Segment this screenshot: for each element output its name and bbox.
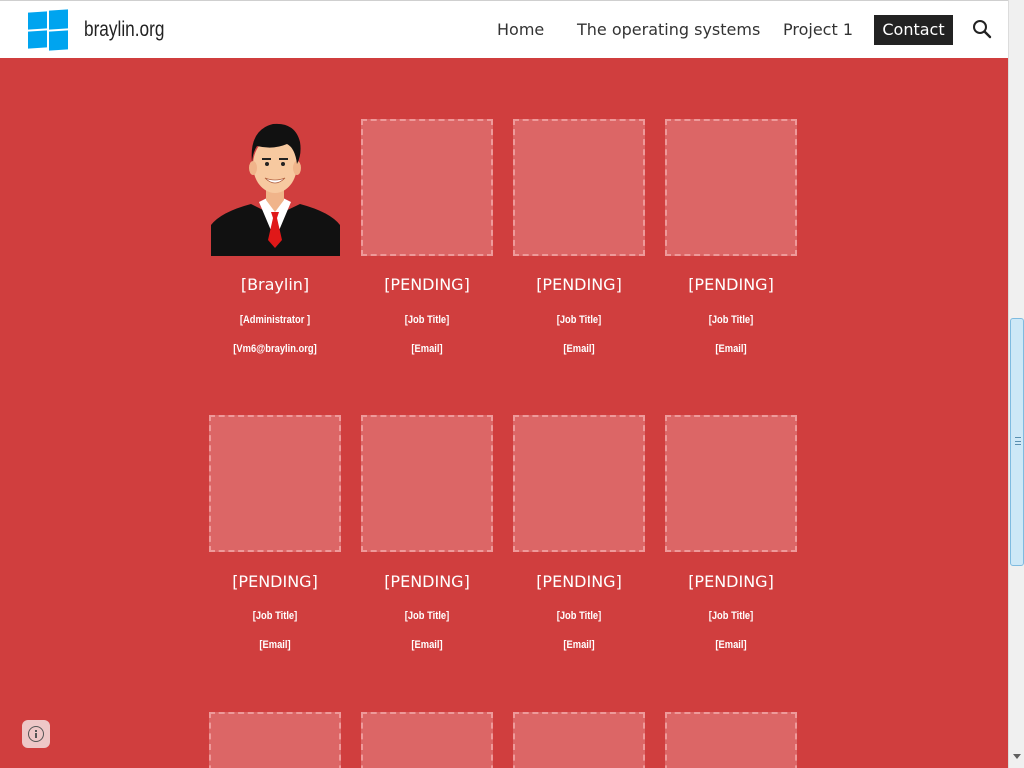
member-email[interactable]: [Email] bbox=[514, 639, 643, 651]
nav-home[interactable]: Home bbox=[497, 20, 544, 39]
member-name: [PENDING] bbox=[688, 572, 774, 591]
avatar bbox=[211, 120, 340, 256]
photo-placeholder bbox=[361, 119, 493, 256]
member-name: [PENDING] bbox=[536, 572, 622, 591]
member-email[interactable]: [Email] bbox=[210, 639, 339, 651]
windows-logo-icon[interactable] bbox=[28, 9, 68, 51]
site-brand[interactable]: braylin.org bbox=[84, 18, 164, 42]
nav-operating-systems[interactable]: The operating systems bbox=[577, 20, 760, 39]
member-email[interactable]: [Email] bbox=[666, 343, 795, 355]
scroll-down-arrow-icon[interactable] bbox=[1013, 754, 1021, 759]
photo-placeholder bbox=[513, 119, 645, 256]
photo-placeholder bbox=[361, 415, 493, 552]
member-job-title: [Administrator ] bbox=[239, 314, 311, 326]
photo-placeholder bbox=[665, 119, 797, 256]
member-name: [PENDING] bbox=[688, 275, 774, 294]
member-email[interactable]: [Email] bbox=[666, 639, 795, 651]
photo-placeholder bbox=[513, 415, 645, 552]
photo-placeholder bbox=[361, 712, 493, 768]
info-icon[interactable] bbox=[22, 720, 50, 748]
photo-placeholder bbox=[209, 712, 341, 768]
member-job-title: [Job Title] bbox=[708, 610, 754, 622]
photo-placeholder bbox=[209, 415, 341, 552]
member-job-title: [Job Title] bbox=[404, 610, 450, 622]
member-name: [PENDING] bbox=[536, 275, 622, 294]
member-name: [PENDING] bbox=[384, 572, 470, 591]
member-email[interactable]: [Email] bbox=[514, 343, 643, 355]
search-icon[interactable] bbox=[972, 19, 992, 39]
photo-placeholder bbox=[665, 415, 797, 552]
member-email[interactable]: [Vm6@braylin.org] bbox=[210, 343, 339, 355]
member-name: [Braylin] bbox=[240, 275, 310, 294]
member-job-title: [Job Title] bbox=[252, 610, 298, 622]
photo-placeholder bbox=[513, 712, 645, 768]
member-email[interactable]: [Email] bbox=[362, 343, 491, 355]
page-scrollbar[interactable] bbox=[1008, 0, 1024, 768]
member-job-title: [Job Title] bbox=[556, 610, 602, 622]
nav-contact[interactable]: Contact bbox=[874, 15, 953, 45]
member-email[interactable]: [Email] bbox=[362, 639, 491, 651]
nav-project-1[interactable]: Project 1 bbox=[783, 20, 853, 39]
member-name: [PENDING] bbox=[384, 275, 470, 294]
scrollbar-thumb[interactable] bbox=[1010, 318, 1024, 566]
photo-placeholder bbox=[665, 712, 797, 768]
member-name: [PENDING] bbox=[232, 572, 318, 591]
site-header: braylin.org Home The operating systems P… bbox=[0, 0, 1008, 58]
member-job-title: [Job Title] bbox=[404, 314, 450, 326]
member-job-title: [Job Title] bbox=[708, 314, 754, 326]
member-job-title: [Job Title] bbox=[556, 314, 602, 326]
